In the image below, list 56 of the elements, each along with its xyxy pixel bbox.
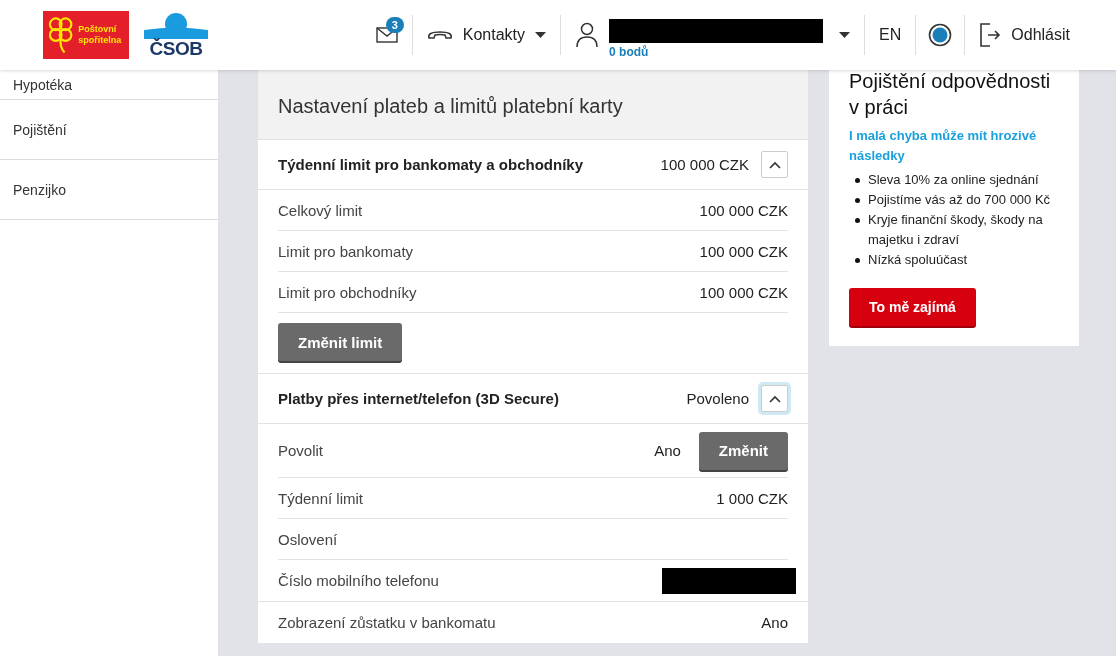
chevron-up-icon — [768, 160, 781, 169]
logout-icon — [979, 23, 1002, 47]
logo-text: ČSOB — [149, 39, 203, 59]
bullet-icon — [855, 258, 860, 263]
row-value: Ano — [761, 614, 788, 631]
section-header[interactable]: Týdenní limit pro bankomaty a obchodníky 100 000 CZK — [258, 140, 808, 190]
envelope-icon — [375, 27, 398, 43]
row-label: Celkový limit — [278, 201, 364, 219]
row-value: 100 000 CZK — [699, 283, 788, 301]
row-value: 100 000 CZK — [699, 242, 788, 260]
promo-title: Pojištění odpovědnosti v práci — [849, 69, 1052, 120]
row-value: 100 000 CZK — [699, 201, 788, 219]
sidebar-item[interactable]: Pojištění — [0, 100, 218, 160]
row-label: Oslovení — [278, 530, 339, 548]
section-value: Povoleno — [686, 390, 749, 407]
chevron-up-icon — [768, 394, 781, 403]
collapse-button[interactable] — [761, 385, 788, 412]
logo[interactable]: ČSOB — [144, 11, 208, 59]
row-label: Povolit — [278, 442, 325, 459]
sidebar-item[interactable]: Penzijko — [0, 160, 218, 220]
message-count-badge: 3 — [385, 17, 404, 33]
collapse-button[interactable] — [761, 151, 788, 178]
promo-bullet: Pojistíme vás až do 700 000 Kč — [868, 191, 1052, 209]
ring-dot-icon — [928, 23, 953, 47]
bullet-icon — [855, 178, 860, 183]
change-limit-button[interactable]: Změnit limit — [278, 323, 403, 361]
row-label: Limit pro bankomaty — [278, 242, 415, 260]
points-label: 0 bodů — [609, 45, 650, 59]
row-label: Limit pro obchodníky — [278, 283, 418, 301]
logout-button[interactable]: Odhlásit — [965, 0, 1116, 70]
sidebar-item[interactable]: Hypotéka — [0, 70, 218, 100]
logo-text: Poštovní spořitelna — [78, 24, 123, 46]
row-label: Týdenní limit — [278, 489, 365, 507]
row-label: Číslo mobilního telefonu — [278, 572, 440, 589]
promo-bullet: Kryje finanční škody, škody na majetku i zdraví — [868, 211, 1044, 249]
interest-button[interactable]: To mě zajímá — [849, 288, 976, 326]
user-icon — [575, 22, 600, 48]
bullet-icon — [855, 218, 860, 223]
bullet-icon — [855, 198, 860, 203]
section-header[interactable]: Platby přes internet/telefon (3D Secure) Povoleno — [258, 374, 808, 424]
section-title: Platby přes internet/telefon (3D Secure) — [278, 390, 560, 407]
row-label: Zobrazení zůstatku v bankomatu — [278, 614, 497, 631]
section-title: Týdenní limit pro bankomaty a obchodníky — [278, 156, 585, 173]
row-value: 1 000 CZK — [716, 489, 788, 507]
promo-subtitle: I malá chyba může mít hrozivé následky — [849, 127, 1038, 165]
row-value: Ano — [654, 442, 681, 459]
change-button[interactable]: Změnit — [698, 431, 788, 470]
language-button[interactable]: EN — [865, 0, 916, 70]
promo-bullet: Nízká spoluúčast — [868, 251, 968, 269]
phone-icon — [426, 30, 453, 40]
caret-icon — [535, 32, 547, 38]
section-value: 100 000 CZK — [660, 156, 749, 173]
promo-bullet: Sleva 10% za online sjednání — [868, 171, 1040, 189]
logo[interactable]: Poštovní spořitelna — [43, 11, 129, 59]
clover-icon — [47, 16, 75, 54]
caret-icon — [839, 32, 851, 38]
